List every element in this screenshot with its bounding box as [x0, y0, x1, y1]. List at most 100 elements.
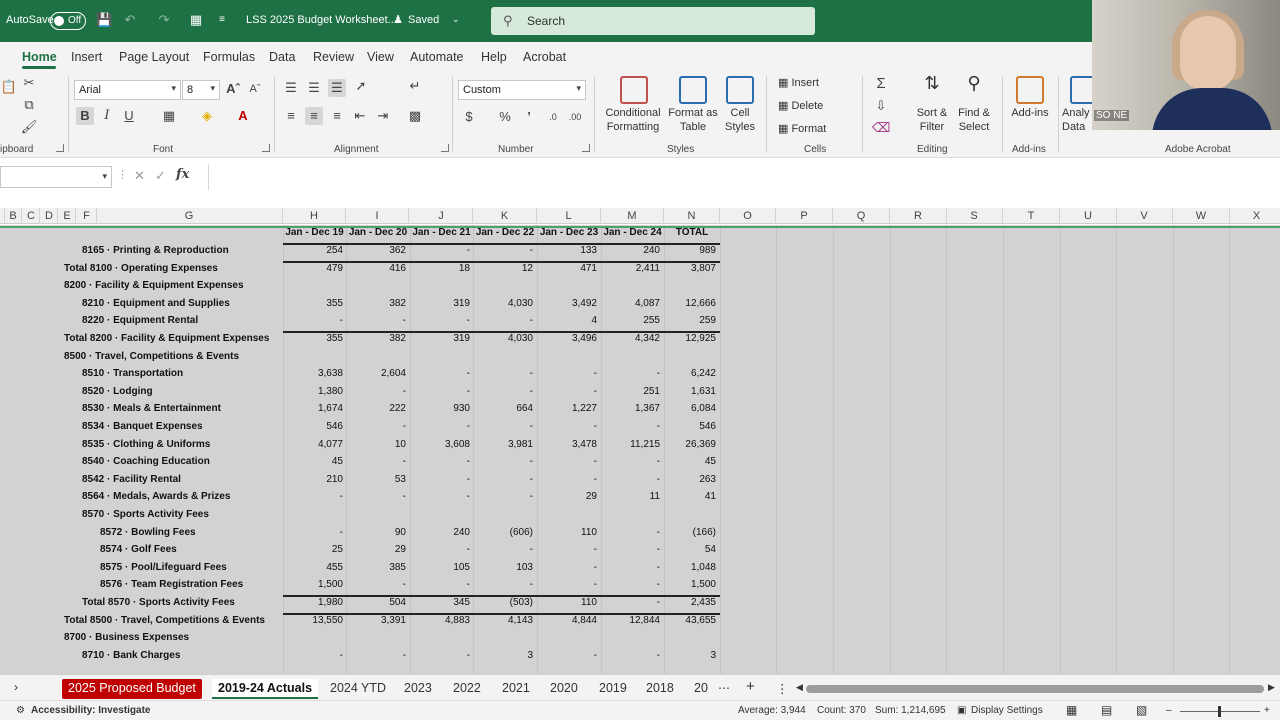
account-label[interactable]: 8542 · Facility Rental [82, 474, 181, 485]
value-cell[interactable]: (606) [473, 527, 533, 538]
sheet-tab[interactable]: 2019-24 Actuals [212, 679, 319, 699]
value-cell[interactable]: - [410, 579, 470, 590]
value-cell[interactable]: - [473, 315, 533, 326]
period-header[interactable]: Jan - Dec 24 [601, 227, 664, 238]
value-cell[interactable]: - [410, 650, 470, 661]
chevron-down-icon[interactable]: ⌄ [452, 14, 460, 25]
value-cell[interactable]: - [600, 597, 660, 608]
form-icon[interactable]: ▦ [188, 12, 204, 28]
value-cell[interactable]: 25 [283, 544, 343, 555]
period-header[interactable]: Jan - Dec 21 [410, 227, 473, 238]
value-cell[interactable]: 1,380 [283, 386, 343, 397]
number-launcher-icon[interactable] [582, 144, 590, 152]
value-cell[interactable]: - [346, 650, 406, 661]
enter-icon[interactable]: ✓ [155, 168, 166, 184]
italic-button[interactable]: I [98, 107, 116, 125]
document-title[interactable]: LSS 2025 Budget Worksheet... [246, 14, 397, 26]
value-cell[interactable]: 4,143 [473, 615, 533, 626]
value-cell[interactable]: 1,048 [664, 562, 716, 573]
value-cell[interactable]: - [537, 368, 597, 379]
cancel-icon[interactable]: ✕ [134, 168, 145, 184]
column-header-w[interactable]: W [1173, 208, 1230, 224]
account-label[interactable]: Total 8570 · Sports Activity Fees [82, 597, 235, 608]
value-cell[interactable]: 4,030 [473, 298, 533, 309]
tab-acrobat[interactable]: Acrobat [523, 50, 566, 64]
value-cell[interactable]: 11,215 [600, 439, 660, 450]
sheet-tab[interactable]: 2024 YTD [324, 679, 392, 699]
value-cell[interactable]: - [600, 456, 660, 467]
comma-style-icon[interactable]: ’ [520, 108, 538, 126]
orientation-icon[interactable]: ➚ [352, 77, 370, 95]
value-cell[interactable]: 3,638 [283, 368, 343, 379]
decrease-indent-icon[interactable]: ⇤ [351, 107, 369, 125]
account-label[interactable]: 8165 · Printing & Reproduction [82, 245, 229, 256]
value-cell[interactable]: 41 [664, 491, 716, 502]
value-cell[interactable]: - [473, 245, 533, 256]
add-ins-button[interactable]: Add-ins [1008, 76, 1052, 120]
period-header[interactable]: Jan - Dec 23 [537, 227, 601, 238]
clear-icon[interactable]: ⌫ [872, 119, 890, 137]
value-cell[interactable]: 989 [664, 245, 716, 256]
value-cell[interactable]: - [473, 421, 533, 432]
value-cell[interactable]: 345 [410, 597, 470, 608]
value-cell[interactable]: 479 [283, 263, 343, 274]
column-header-u[interactable]: U [1060, 208, 1117, 224]
value-cell[interactable]: - [537, 544, 597, 555]
copy-icon[interactable]: ⧉ [20, 96, 38, 114]
value-cell[interactable]: 222 [346, 403, 406, 414]
value-cell[interactable]: 110 [537, 527, 597, 538]
value-cell[interactable]: 3,478 [537, 439, 597, 450]
account-label[interactable]: 8564 · Medals, Awards & Prizes [82, 491, 230, 502]
value-cell[interactable]: 45 [664, 456, 716, 467]
insert-function-icon[interactable]: fx [176, 167, 189, 182]
column-header-t[interactable]: T [1003, 208, 1060, 224]
value-cell[interactable]: 4,077 [283, 439, 343, 450]
tab-formulas[interactable]: Formulas [203, 50, 255, 64]
align-right-icon[interactable]: ≡ [328, 107, 346, 125]
value-cell[interactable]: - [537, 579, 597, 590]
increase-indent-icon[interactable]: ⇥ [374, 107, 392, 125]
alignment-launcher-icon[interactable] [441, 144, 449, 152]
value-cell[interactable]: - [537, 456, 597, 467]
value-cell[interactable]: (503) [473, 597, 533, 608]
value-cell[interactable]: - [600, 527, 660, 538]
value-cell[interactable]: - [600, 421, 660, 432]
tab-review[interactable]: Review [313, 50, 354, 64]
value-cell[interactable]: - [537, 562, 597, 573]
cell-styles-button[interactable]: Cell Styles [720, 76, 760, 134]
value-cell[interactable]: 210 [283, 474, 343, 485]
value-cell[interactable]: - [600, 474, 660, 485]
align-left-icon[interactable]: ≡ [282, 107, 300, 125]
clipboard-launcher-icon[interactable] [56, 144, 64, 152]
account-label[interactable]: 8220 · Equipment Rental [82, 315, 198, 326]
value-cell[interactable]: 504 [346, 597, 406, 608]
column-header-g[interactable]: G [96, 208, 283, 224]
save-icon[interactable]: 💾 [96, 12, 112, 28]
column-header-n[interactable]: N [664, 208, 720, 224]
value-cell[interactable]: 3,608 [410, 439, 470, 450]
account-label[interactable]: 8574 · Golf Fees [100, 544, 177, 555]
wrap-text-icon[interactable]: ↵ [406, 77, 424, 95]
value-cell[interactable]: 3 [473, 650, 533, 661]
period-header[interactable]: Jan - Dec 22 [473, 227, 537, 238]
format-as-table-button[interactable]: Format as Table [666, 76, 720, 134]
scroll-tabs-right-icon[interactable]: › [8, 678, 24, 698]
undo-icon[interactable]: ↶ [122, 12, 138, 28]
account-label[interactable]: Total 8500 · Travel, Competitions & Even… [64, 615, 265, 626]
autosave-toggle[interactable]: Off [50, 12, 86, 30]
value-cell[interactable]: 12,925 [664, 333, 716, 344]
currency-icon[interactable]: $ [460, 108, 478, 126]
account-label[interactable]: 8540 · Coaching Education [82, 456, 210, 467]
account-label[interactable]: 8210 · Equipment and Supplies [82, 298, 230, 309]
value-cell[interactable]: 416 [346, 263, 406, 274]
value-cell[interactable]: - [410, 456, 470, 467]
scroll-right-icon[interactable]: ▶ [1262, 680, 1280, 700]
value-cell[interactable]: - [600, 562, 660, 573]
account-label[interactable]: Total 8200 · Facility & Equipment Expens… [64, 333, 269, 344]
column-header-s[interactable]: S [946, 208, 1003, 224]
value-cell[interactable]: - [600, 650, 660, 661]
paste-icon[interactable]: 📋 [0, 78, 18, 96]
value-cell[interactable]: - [600, 579, 660, 590]
value-cell[interactable]: 6,242 [664, 368, 716, 379]
tab-automate[interactable]: Automate [410, 50, 464, 64]
